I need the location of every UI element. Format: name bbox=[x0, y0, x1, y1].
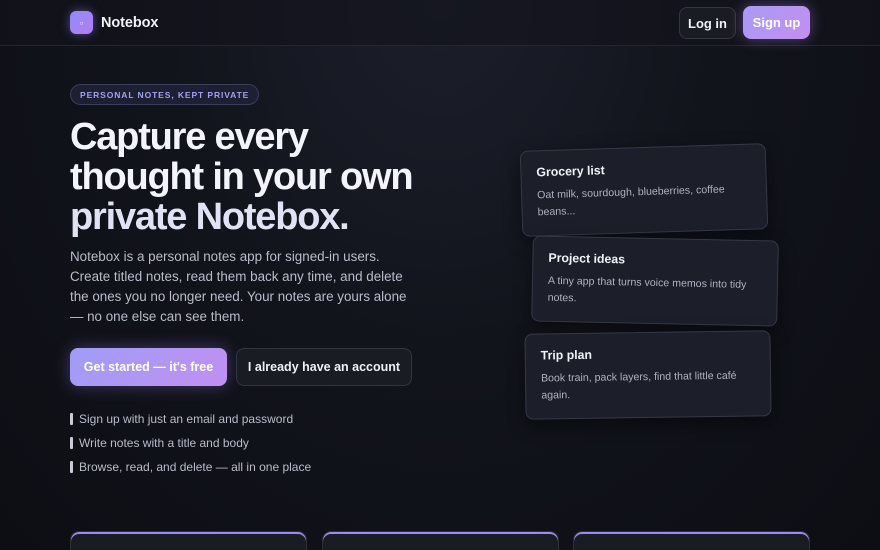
note-body: Oat milk, sourdough, blueberries, coffee… bbox=[536, 183, 725, 219]
existing-account-button[interactable]: I already have an account bbox=[236, 348, 412, 386]
notebook-icon: ▫ bbox=[70, 11, 93, 34]
headline-line-1: Capture every bbox=[70, 116, 309, 158]
hero-description: Notebox is a personal notes app for sign… bbox=[70, 249, 407, 324]
login-button[interactable]: Log in bbox=[679, 7, 736, 39]
note-card-project: Project ideas A tiny app that turns voic… bbox=[531, 235, 779, 327]
bullet-icon bbox=[70, 461, 73, 473]
bullet-icon bbox=[70, 437, 73, 449]
feature-item: Write notes with a title and body bbox=[70, 431, 311, 455]
headline-line-2: thought in your own bbox=[70, 156, 414, 198]
hero-headline: Capture every thought in your own privat… bbox=[70, 117, 490, 237]
feature-item: Sign up with just an email and password bbox=[70, 407, 311, 431]
headline-line-3: private Notebox. bbox=[70, 196, 350, 238]
note-title: Project ideas bbox=[548, 250, 626, 267]
bullet-icon bbox=[70, 413, 73, 425]
hero-badge: PERSONAL NOTES, KEPT PRIVATE bbox=[70, 84, 260, 105]
feature-text: Sign up with just an email and password bbox=[79, 412, 294, 426]
feature-card-3 bbox=[573, 531, 810, 550]
brand[interactable]: ▫ Notebox bbox=[70, 11, 158, 34]
feature-card-1 bbox=[70, 531, 307, 550]
feature-list: Sign up with just an email and password … bbox=[70, 407, 311, 479]
note-body: Book train, pack layers, find that littl… bbox=[540, 369, 737, 402]
note-title: Grocery list bbox=[536, 163, 605, 180]
get-started-button[interactable]: Get started — it's free bbox=[70, 348, 227, 386]
note-card-grocery: Grocery list Oat milk, sourdough, bluebe… bbox=[519, 143, 769, 237]
feature-text: Write notes with a title and body bbox=[79, 436, 249, 450]
feature-item: Browse, read, and delete — all in one pl… bbox=[70, 455, 311, 479]
note-title: Trip plan bbox=[540, 347, 593, 363]
brand-name: Notebox bbox=[101, 14, 159, 31]
site-header: ▫ Notebox Log in Sign up bbox=[0, 0, 880, 46]
note-card-trip: Trip plan Book train, pack layers, find … bbox=[524, 330, 772, 420]
note-body: A tiny app that turns voice memos into t… bbox=[547, 274, 747, 305]
feature-card-2 bbox=[322, 531, 559, 550]
signup-button[interactable]: Sign up bbox=[743, 6, 810, 39]
feature-text: Browse, read, and delete — all in one pl… bbox=[79, 460, 312, 474]
